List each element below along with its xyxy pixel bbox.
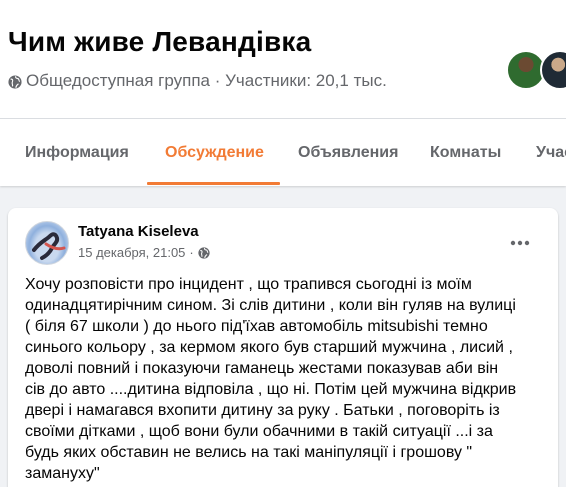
tab-discussion[interactable]: Обсуждение <box>165 119 264 186</box>
author-avatar[interactable] <box>25 221 69 265</box>
group-tabs: Информация Обсуждение Объявления Комнаты… <box>0 119 566 186</box>
more-horizontal-icon <box>510 233 530 251</box>
meta-separator: · <box>189 245 194 260</box>
active-tab-indicator <box>147 182 280 185</box>
tab-announcements[interactable]: Объявления <box>298 119 398 186</box>
tab-members[interactable]: Учас <box>536 119 566 186</box>
author-name[interactable]: Tatyana Kiseleva <box>78 223 199 240</box>
group-title[interactable]: Чим живе Левандівка <box>8 26 311 58</box>
post-more-button[interactable] <box>504 232 536 252</box>
post-text: Хочу розповісти про інцидент , що трапив… <box>25 276 517 482</box>
post-card: Tatyana Kiseleva 15 декабря, 21:05 · Хоч… <box>8 208 558 487</box>
post-timestamp[interactable]: 15 декабря, 21:05 <box>78 245 185 260</box>
avatar[interactable] <box>540 50 566 90</box>
tab-rooms[interactable]: Комнаты <box>430 119 501 186</box>
group-meta: Общедоступная группа · Участники: 20,1 т… <box>8 71 387 91</box>
public-audience-icon[interactable] <box>198 246 210 259</box>
tab-info[interactable]: Информация <box>25 119 129 186</box>
member-avatars[interactable] <box>506 50 566 92</box>
post-meta: 15 декабря, 21:05 · <box>78 245 210 260</box>
group-meta-text: Общедоступная группа · Участники: 20,1 т… <box>26 71 387 90</box>
globe-icon <box>8 74 22 89</box>
group-header: Чим живе Левандівка Общедоступная группа… <box>0 0 566 186</box>
